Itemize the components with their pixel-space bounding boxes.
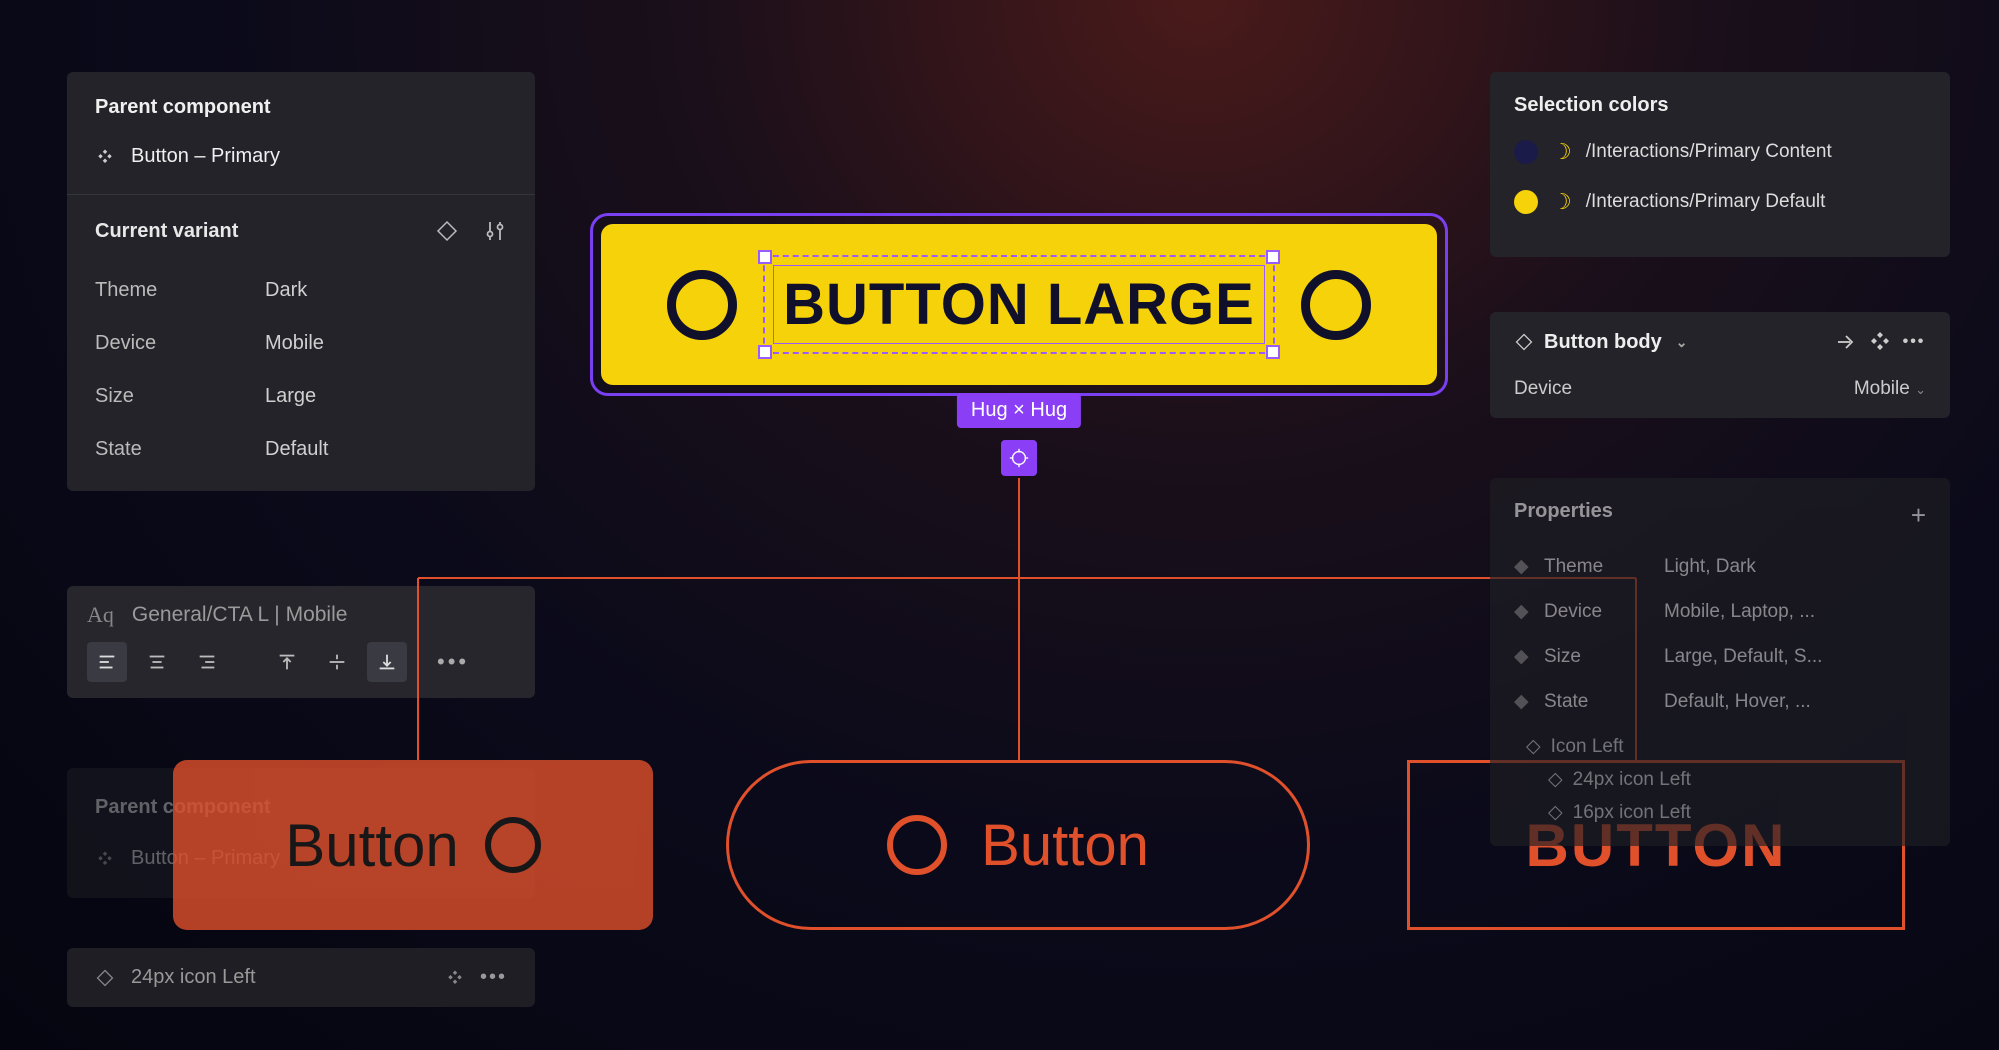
example-button-outlined[interactable]: Button (726, 760, 1310, 930)
moon-icon: ☽ (1552, 189, 1572, 215)
component-icon (95, 849, 115, 869)
property-row[interactable]: ◆DeviceMobile, Laptop, ... (1514, 600, 1926, 623)
moon-icon: ☽ (1552, 139, 1572, 165)
layer-device-value[interactable]: Mobile ⌄ (1854, 378, 1926, 400)
variant-device-value[interactable]: Mobile (265, 332, 507, 355)
valign-bottom-button[interactable] (367, 642, 407, 682)
text-align-toolbar: ••• (87, 642, 515, 682)
layer-name[interactable]: Button body (1544, 331, 1662, 354)
variant-size-value[interactable]: Large (265, 385, 507, 408)
selected-frame[interactable]: BUTTON LARGE (590, 213, 1448, 396)
diamond-fill-icon: ◆ (1514, 555, 1544, 578)
instance-swap-label: 24px icon Left (131, 966, 256, 989)
color-swatch-icon (1514, 190, 1538, 214)
color-row-primary-content[interactable]: ☽ /Interactions/Primary Content (1514, 139, 1926, 165)
layer-16px-icon-left[interactable]: ◇ 16px icon Left (1514, 801, 1926, 824)
diamond-fill-icon: ◆ (1514, 690, 1544, 713)
add-property-button[interactable]: + (1911, 500, 1926, 531)
resize-handle-br[interactable] (1266, 345, 1280, 359)
variant-properties: Theme Dark Device Mobile Size Large Stat… (67, 259, 535, 491)
resize-handle-tr[interactable] (1266, 250, 1280, 264)
property-row[interactable]: ◆StateDefault, Hover, ... (1514, 690, 1926, 713)
layer-device-label: Device (1514, 378, 1572, 400)
color-swatch-icon (1514, 140, 1538, 164)
color-path-2: /Interactions/Primary Default (1586, 191, 1826, 213)
circle-icon-left (667, 270, 737, 340)
property-values: Large, Default, S... (1664, 646, 1926, 668)
variant-size-label: Size (95, 385, 265, 408)
resize-handle-tl[interactable] (758, 250, 772, 264)
variant-state-value[interactable]: Default (265, 438, 507, 461)
valign-middle-button[interactable] (317, 642, 357, 682)
chevron-down-icon[interactable]: ⌄ (1676, 334, 1688, 351)
circle-icon (485, 817, 541, 873)
color-row-primary-default[interactable]: ☽ /Interactions/Primary Default (1514, 189, 1926, 215)
align-left-button[interactable] (87, 642, 127, 682)
diamond-fill-icon: ◆ (1514, 645, 1544, 668)
example-button-filled[interactable]: Button (173, 760, 653, 930)
goto-main-component-icon[interactable] (1834, 330, 1858, 354)
more-options-icon[interactable]: ••• (480, 966, 507, 989)
more-options-icon[interactable]: ••• (437, 649, 469, 675)
property-row[interactable]: ◆ThemeLight, Dark (1514, 555, 1926, 578)
instance-swap-row[interactable]: 24px icon Left ••• (67, 948, 535, 1007)
button-text-selection[interactable]: BUTTON LARGE (763, 255, 1275, 354)
example-button-2-label: Button (981, 812, 1149, 879)
property-name: Size (1544, 646, 1664, 668)
align-center-button[interactable] (137, 642, 177, 682)
diamond-outline-icon: ◇ (1548, 801, 1563, 824)
selection-colors-heading: Selection colors (1514, 94, 1926, 117)
component-icon (95, 147, 115, 167)
component-quad-icon[interactable] (446, 969, 464, 987)
panel-selection-colors: Selection colors ☽ /Interactions/Primary… (1490, 72, 1950, 257)
button-label: BUTTON LARGE (783, 272, 1255, 337)
panel-layer-header: Button body ⌄ ••• Device Mobile ⌄ (1490, 312, 1950, 418)
property-values: Light, Dark (1664, 556, 1926, 578)
diamond-fill-icon: ◆ (1514, 600, 1544, 623)
circle-icon (887, 815, 947, 875)
diamond-outline-icon (95, 968, 115, 988)
variant-device-label: Device (95, 332, 265, 355)
property-values: Mobile, Laptop, ... (1664, 601, 1926, 623)
diamond-outline-icon (1514, 332, 1534, 352)
circle-icon-right (1301, 270, 1371, 340)
panel-text-style: Aq General/CTA L | Mobile ••• (67, 586, 535, 698)
panel-heading: Parent component (67, 72, 535, 139)
layer-24px-icon-left[interactable]: ◇ 24px icon Left (1514, 768, 1926, 791)
property-row[interactable]: ◆SizeLarge, Default, S... (1514, 645, 1926, 668)
crosshair-icon[interactable] (1001, 440, 1037, 476)
component-quad-icon[interactable] (1868, 330, 1892, 354)
parent-component-name[interactable]: Button – Primary (131, 145, 280, 168)
button-primary-large[interactable]: BUTTON LARGE (601, 224, 1437, 385)
diamond-outline-icon: ◇ (1548, 768, 1563, 791)
text-style-glyph-icon: Aq (87, 602, 114, 628)
variant-theme-label: Theme (95, 279, 265, 302)
align-right-button[interactable] (187, 642, 227, 682)
diamond-outline-icon: ◇ (1526, 735, 1541, 758)
current-variant-heading: Current variant (95, 220, 238, 243)
color-path-1: /Interactions/Primary Content (1586, 141, 1832, 163)
sliders-icon[interactable] (483, 219, 507, 243)
variant-state-label: State (95, 438, 265, 461)
panel-component-properties: Properties + ◆ThemeLight, Dark◆DeviceMob… (1490, 478, 1950, 846)
variant-theme-value[interactable]: Dark (265, 279, 507, 302)
more-options-icon[interactable]: ••• (1902, 330, 1926, 354)
properties-heading: Properties (1514, 500, 1613, 531)
layer-icon-left[interactable]: ◇ Icon Left (1514, 735, 1926, 758)
property-values: Default, Hover, ... (1664, 691, 1926, 713)
valign-top-button[interactable] (267, 642, 307, 682)
text-style-name[interactable]: General/CTA L | Mobile (132, 603, 348, 627)
panel-parent-component: Parent component Button – Primary Curren… (67, 72, 535, 491)
diamond-outline-icon[interactable] (435, 219, 459, 243)
resize-handle-bl[interactable] (758, 345, 772, 359)
property-name: Theme (1544, 556, 1664, 578)
example-button-1-label: Button (285, 811, 458, 880)
hug-size-badge: Hug × Hug (957, 393, 1081, 428)
property-name: State (1544, 691, 1664, 713)
property-name: Device (1544, 601, 1664, 623)
